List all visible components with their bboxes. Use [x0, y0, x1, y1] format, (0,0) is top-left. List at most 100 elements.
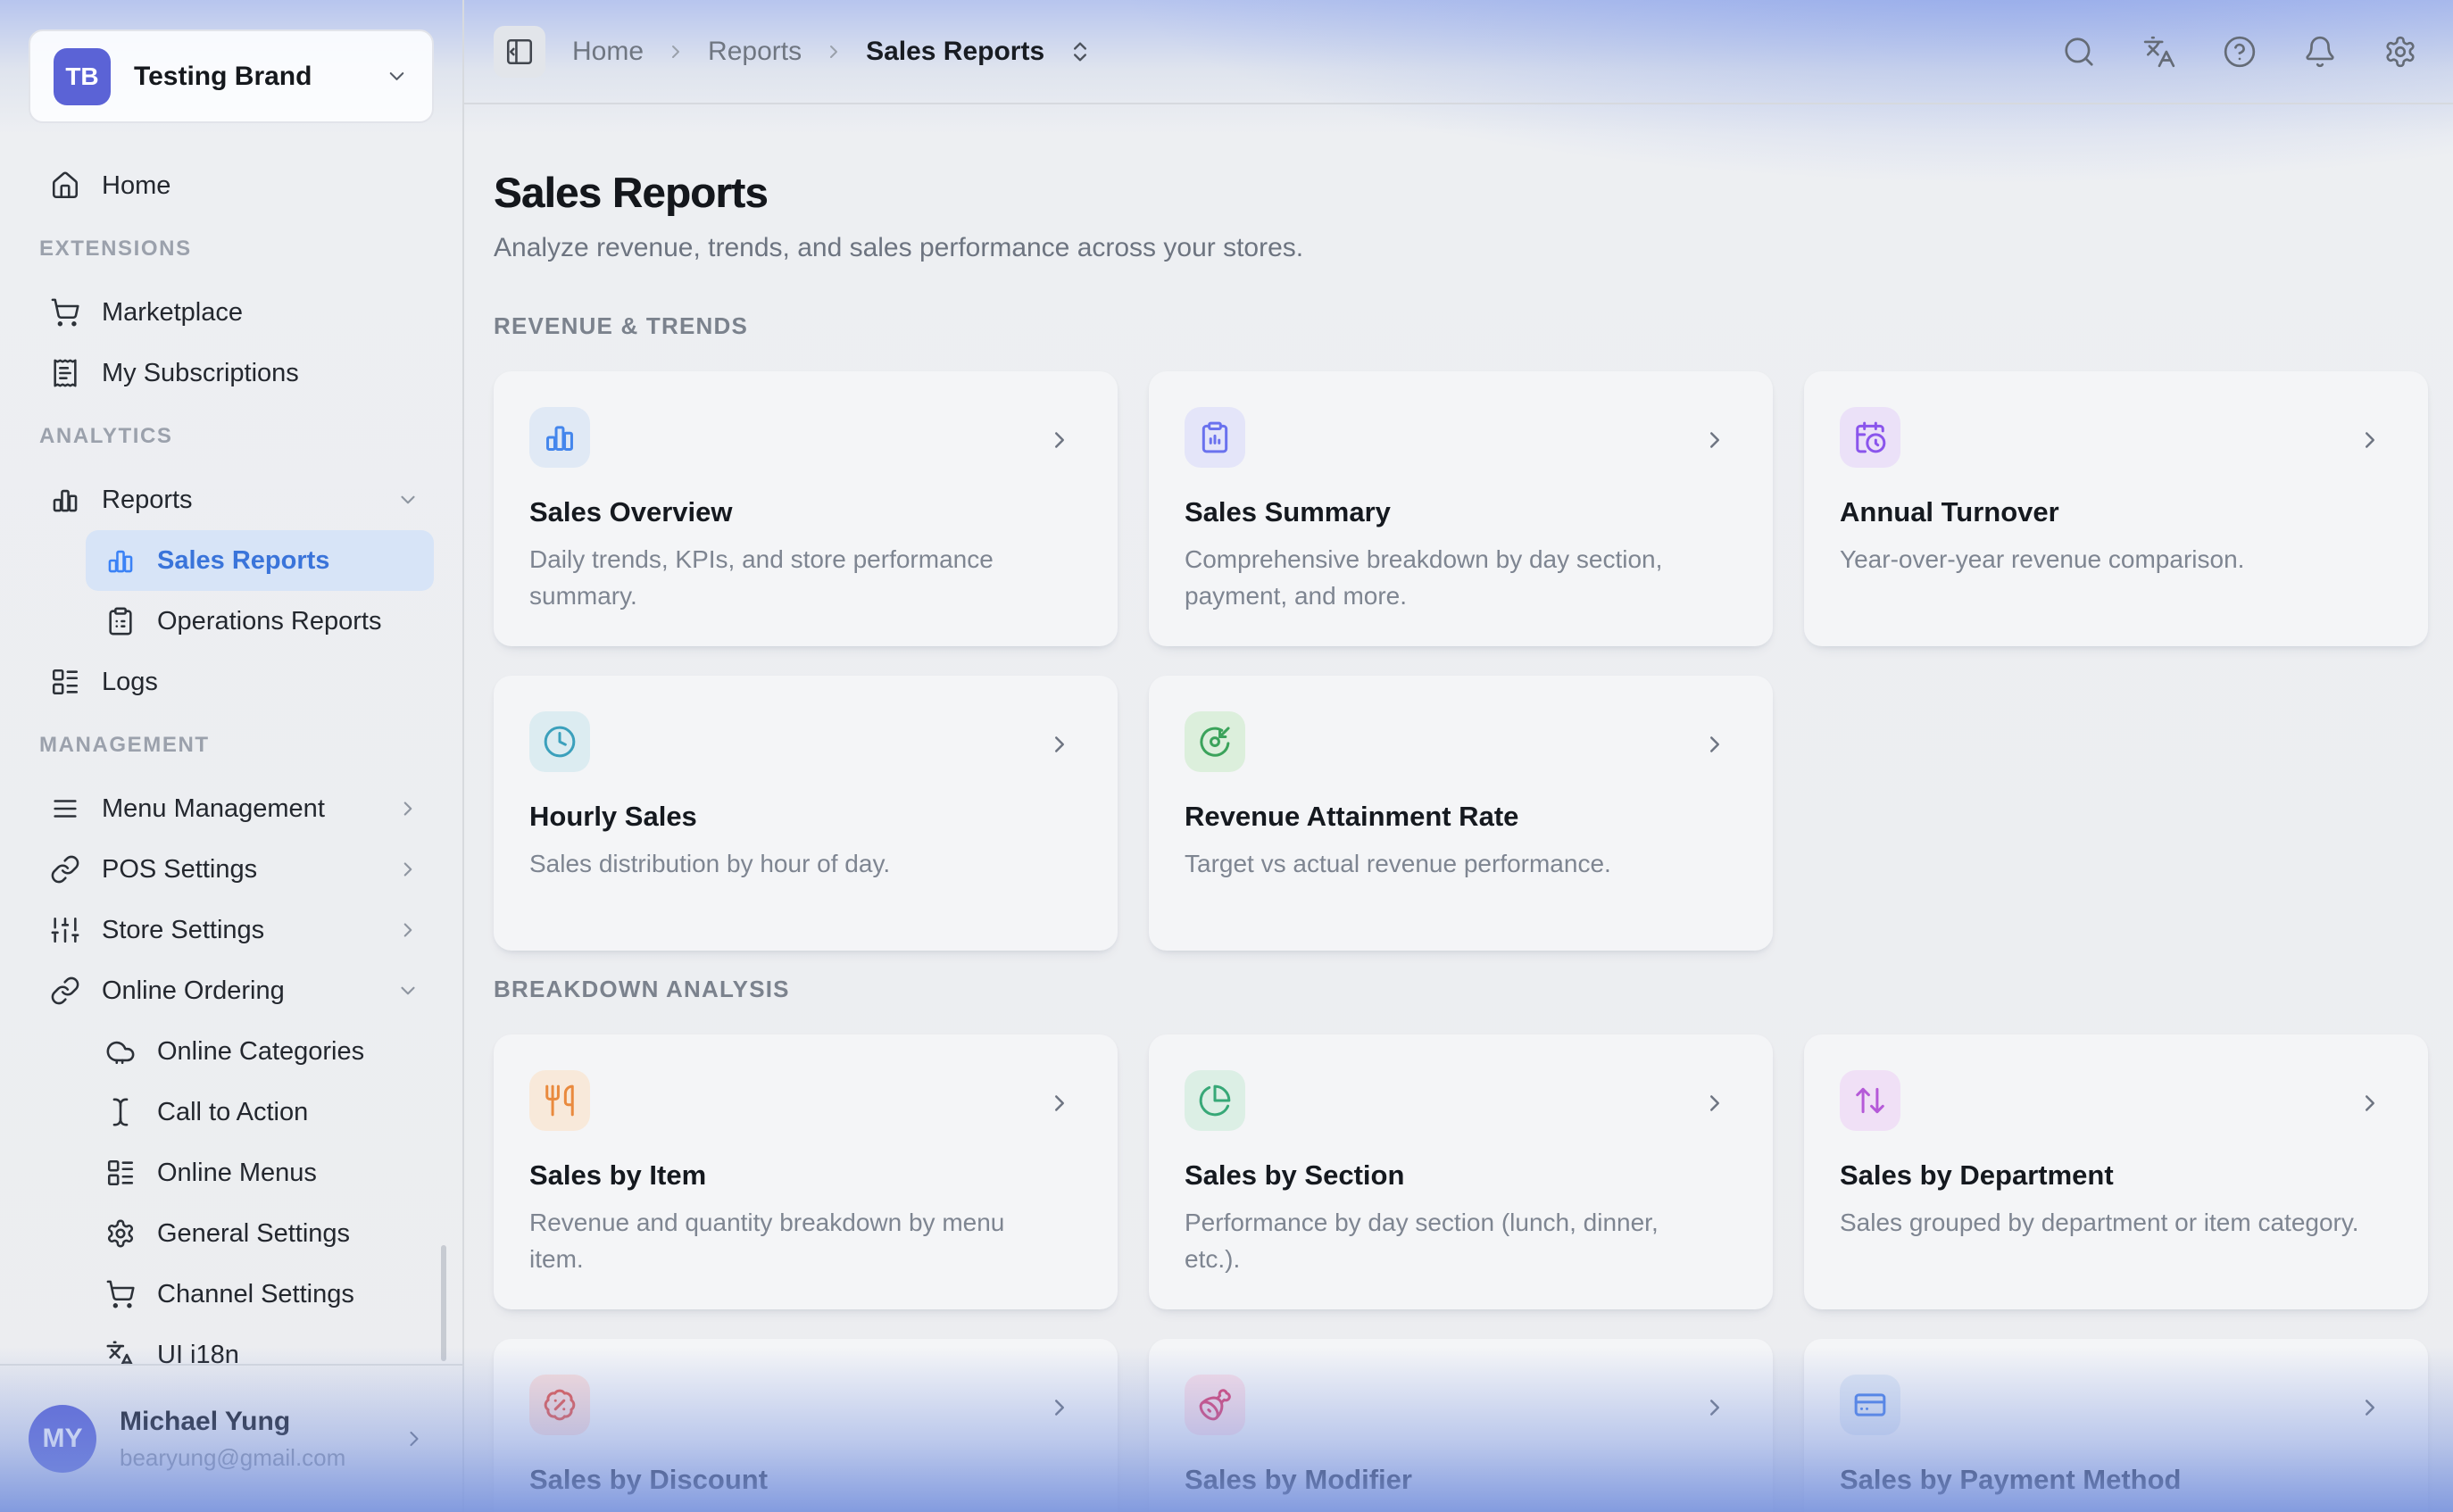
sidebar-item-store-settings[interactable]: Store Settings — [29, 900, 434, 960]
language-button[interactable] — [2142, 35, 2176, 69]
sidebar-item-ui-i18n[interactable]: UI i18n — [86, 1325, 434, 1364]
card-icon-tile — [529, 1375, 590, 1435]
card-title: Sales Overview — [529, 496, 1082, 528]
card-title: Hourly Sales — [529, 801, 1082, 833]
report-card-sales-by-department[interactable]: Sales by DepartmentSales grouped by depa… — [1804, 1034, 2428, 1309]
user-email: bearyung@gmail.com — [120, 1444, 378, 1472]
settings-button[interactable] — [2383, 35, 2417, 69]
sidebar-item-my-subscriptions[interactable]: My Subscriptions — [29, 343, 434, 403]
card-description: Revenue and quantity breakdown by menu i… — [529, 1204, 1082, 1277]
sidebar-item-reports[interactable]: Reports — [29, 469, 434, 530]
report-card-sales-summary[interactable]: Sales SummaryComprehensive breakdown by … — [1149, 371, 1773, 646]
chevron-right-icon — [1701, 1394, 1728, 1421]
sidebar-item-label: Reports — [102, 486, 193, 515]
chevron-right-icon — [396, 918, 420, 942]
report-card-sales-by-discount[interactable]: Sales by Discount — [494, 1339, 1118, 1512]
page-content: Sales Reports Analyze revenue, trends, a… — [464, 104, 2453, 1512]
sidebar-item-label: Menu Management — [102, 794, 325, 824]
sidebar-item-label: Home — [102, 171, 170, 201]
shopping-cart-icon — [50, 297, 80, 328]
sidebar-section-label: ANALYTICS — [29, 425, 434, 448]
report-card-sales-by-payment-method[interactable]: Sales by Payment Method — [1804, 1339, 2428, 1512]
sidebar-item-channel-settings[interactable]: Channel Settings — [86, 1264, 434, 1325]
sidebar-item-online-menus[interactable]: Online Menus — [86, 1142, 434, 1203]
chevron-right-icon — [1701, 427, 1728, 453]
sidebar-item-sales-reports[interactable]: Sales Reports — [86, 530, 434, 591]
sidebar-item-label: Online Ordering — [102, 976, 285, 1006]
report-card-sales-overview[interactable]: Sales OverviewDaily trends, KPIs, and st… — [494, 371, 1118, 646]
sidebar-item-home[interactable]: Home — [29, 155, 434, 216]
sidebar-item-call-to-action[interactable]: Call to Action — [86, 1082, 434, 1142]
sidebar-toggle-button[interactable] — [494, 26, 545, 78]
report-card-sales-by-modifier[interactable]: Sales by Modifier — [1149, 1339, 1773, 1512]
card-description: Year-over-year revenue comparison. — [1840, 541, 2392, 577]
topbar-actions — [2062, 35, 2417, 69]
card-title: Sales by Modifier — [1185, 1464, 1737, 1496]
report-card-revenue-attainment-rate[interactable]: Revenue Attainment RateTarget vs actual … — [1149, 676, 1773, 951]
help-button[interactable] — [2223, 35, 2257, 69]
chevron-right-icon — [1701, 731, 1728, 758]
panel-left-icon — [504, 37, 535, 67]
chevron-right-icon — [1701, 1090, 1728, 1117]
report-card-annual-turnover[interactable]: Annual TurnoverYear-over-year revenue co… — [1804, 371, 2428, 646]
card-title: Sales by Discount — [529, 1464, 1082, 1496]
avatar: MY — [29, 1405, 96, 1473]
utensils-icon — [543, 1084, 577, 1117]
report-card-sales-by-section[interactable]: Sales by SectionPerformance by day secti… — [1149, 1034, 1773, 1309]
link-icon — [50, 976, 80, 1006]
user-menu[interactable]: MY Michael Yung bearyung@gmail.com — [0, 1364, 462, 1512]
sidebar-item-general-settings[interactable]: General Settings — [86, 1203, 434, 1264]
calendar-clock-icon — [1853, 420, 1887, 454]
sidebar-item-online-ordering[interactable]: Online Ordering — [29, 960, 434, 1021]
bar-chart-icon — [50, 485, 80, 515]
sidebar-item-logs[interactable]: Logs — [29, 652, 434, 712]
bar-chart-icon — [105, 545, 136, 576]
report-card-sales-by-item[interactable]: Sales by ItemRevenue and quantity breakd… — [494, 1034, 1118, 1309]
arrow-up-down-icon — [1853, 1084, 1887, 1117]
clipboard-list-icon — [105, 606, 136, 636]
badge-percent-icon — [543, 1388, 577, 1422]
clipboard-chart-icon — [1198, 420, 1232, 454]
chevron-right-icon — [823, 41, 844, 62]
chevron-right-icon — [1046, 1090, 1073, 1117]
report-card-hourly-sales[interactable]: Hourly SalesSales distribution by hour o… — [494, 676, 1118, 951]
page-title: Sales Reports — [494, 170, 2428, 216]
chevron-right-icon — [1046, 427, 1073, 453]
layout-list-icon — [105, 1158, 136, 1188]
main-area: Home Reports Sales Reports Sales Reports A… — [464, 0, 2453, 1512]
receipt-icon — [50, 358, 80, 388]
card-description: Target vs actual revenue performance. — [1185, 845, 1737, 882]
notifications-button[interactable] — [2303, 35, 2337, 69]
chevrons-up-down-icon[interactable] — [1068, 39, 1093, 64]
sidebar-scrollbar[interactable] — [441, 1245, 446, 1361]
languages-icon — [2142, 35, 2176, 69]
chevron-right-icon — [396, 858, 420, 881]
chevron-right-icon — [2357, 1394, 2383, 1421]
search-button[interactable] — [2062, 35, 2096, 69]
chevron-down-icon — [385, 64, 409, 88]
breadcrumb-home[interactable]: Home — [572, 37, 644, 67]
brand-switcher[interactable]: TB Testing Brand — [29, 29, 434, 123]
credit-card-icon — [1853, 1388, 1887, 1422]
brand-name: Testing Brand — [134, 62, 362, 92]
sidebar-item-label: Online Menus — [157, 1159, 317, 1188]
report-sections: REVENUE & TRENDSSales OverviewDaily tren… — [494, 312, 2428, 1512]
link-icon — [50, 854, 80, 885]
sidebar-item-operations-reports[interactable]: Operations Reports — [86, 591, 434, 652]
sidebar-item-marketplace[interactable]: Marketplace — [29, 282, 434, 343]
sidebar: TB Testing Brand Home EXTENSIONS Marketpla… — [0, 0, 464, 1512]
sidebar-item-online-categories[interactable]: Online Categories — [86, 1021, 434, 1082]
sidebar-item-label: Online Categories — [157, 1037, 364, 1067]
sidebar-item-pos-settings[interactable]: POS Settings — [29, 839, 434, 900]
card-icon-tile — [1185, 407, 1245, 468]
chevron-down-icon — [396, 488, 420, 511]
text-cursor-icon — [105, 1097, 136, 1127]
sidebar-item-label: UI i18n — [157, 1341, 239, 1365]
breadcrumb-reports[interactable]: Reports — [708, 37, 802, 67]
sidebar-section-label: EXTENSIONS — [29, 237, 434, 261]
card-description: Comprehensive breakdown by day section, … — [1185, 541, 1737, 614]
chevron-right-icon — [2357, 1090, 2383, 1117]
menu-icon — [50, 793, 80, 824]
user-name: Michael Yung — [120, 1407, 378, 1437]
sidebar-item-menu-management[interactable]: Menu Management — [29, 778, 434, 839]
